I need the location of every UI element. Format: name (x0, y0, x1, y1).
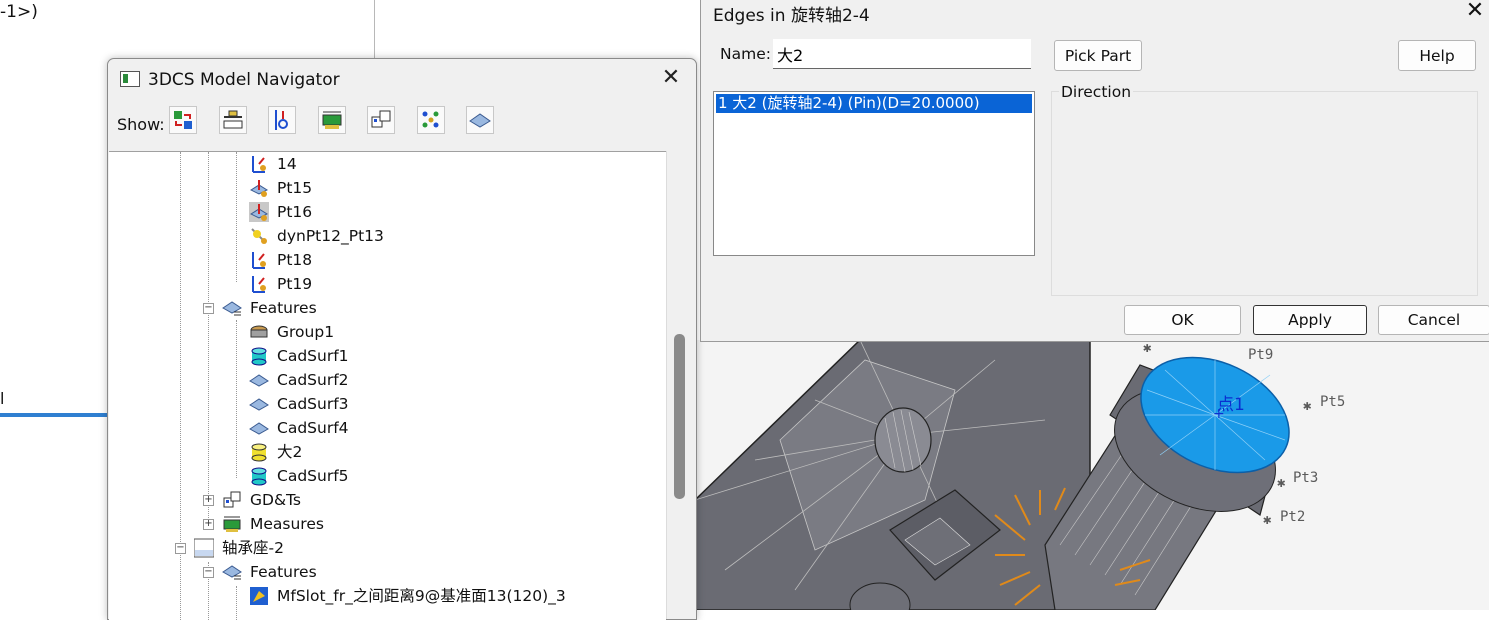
expand-toggle[interactable]: + (203, 495, 214, 506)
features-icon (222, 562, 242, 582)
direction-label: Direction (1059, 83, 1134, 101)
collapse-toggle[interactable]: − (203, 303, 214, 314)
gdt-icon[interactable] (367, 106, 395, 134)
features-icon[interactable] (466, 106, 494, 134)
list-item[interactable]: 1 大2 (旋转轴2-4) (Pin)(D=20.0000) (716, 94, 1032, 113)
name-label: Name: (720, 45, 771, 63)
close-icon[interactable]: ✕ (1461, 0, 1489, 26)
model-tree[interactable]: 14 Pt15 Pt16 dynPt12_Pt13 Pt18 Pt19 − Fe… (109, 151, 666, 620)
slot-icon (249, 586, 269, 606)
cylinder-icon (249, 346, 269, 366)
3d-viewport[interactable]: 点1 + ✱ Pt9 ✱ Pt5 ✱ Pt3 ✱ Pt2 (695, 340, 1489, 610)
svg-text:✱: ✱ (1303, 398, 1312, 414)
points-grid-icon[interactable] (417, 106, 445, 134)
points-icon[interactable] (268, 106, 296, 134)
navigator-title: 3DCS Model Navigator (148, 70, 340, 90)
point-label-pt5: Pt5 (1320, 394, 1345, 410)
point-icon (249, 202, 269, 222)
apply-button[interactable]: Apply (1253, 305, 1367, 335)
point-label-pt3: Pt3 (1293, 470, 1318, 486)
cancel-button[interactable]: Cancel (1378, 305, 1489, 335)
collapse-toggle[interactable]: − (203, 567, 214, 578)
dialog-title: Edges in 旋转轴2-4 (713, 6, 870, 26)
measures-icon (222, 514, 242, 534)
features-icon (222, 298, 242, 318)
svg-text:✱: ✱ (1263, 512, 1272, 528)
pick-part-button[interactable]: Pick Part (1054, 40, 1142, 71)
tolerances-icon[interactable] (219, 106, 247, 134)
moves-icon[interactable] (169, 106, 197, 134)
expand-toggle[interactable]: + (203, 519, 214, 530)
svg-text:✱: ✱ (1277, 475, 1286, 491)
help-button[interactable]: Help (1398, 40, 1476, 71)
background-tick-text: l (0, 389, 5, 408)
point-move-icon (249, 250, 269, 270)
measures-icon[interactable] (318, 106, 346, 134)
point-label-pt2: Pt2 (1280, 509, 1305, 525)
point-move-icon (249, 274, 269, 294)
app-icon (120, 71, 140, 87)
surface-icon (249, 370, 269, 390)
name-input[interactable] (773, 39, 1031, 69)
cylinder-icon (249, 466, 269, 486)
svg-text:+: + (1213, 406, 1225, 422)
edges-list[interactable]: 1 大2 (旋转轴2-4) (Pin)(D=20.0000) (713, 91, 1035, 256)
dynamic-point-icon (249, 226, 269, 246)
part-icon (193, 538, 215, 558)
show-label: Show: (117, 115, 165, 134)
group-icon (249, 322, 269, 342)
point-icon (249, 178, 269, 198)
surface-icon (249, 394, 269, 414)
ok-button[interactable]: OK (1124, 305, 1241, 335)
cylinder-yellow-icon (249, 442, 269, 462)
surface-icon (249, 418, 269, 438)
close-icon[interactable]: ✕ (658, 65, 684, 91)
collapse-toggle[interactable]: − (175, 543, 186, 554)
background-divider (374, 0, 375, 60)
point-label-pt9: Pt9 (1248, 347, 1273, 363)
background-selection-bar (0, 413, 110, 417)
direction-group (1051, 91, 1478, 296)
edges-dialog: Edges in 旋转轴2-4 ✕ Name: 1 大2 (旋转轴2-4) (P… (700, 0, 1489, 342)
model-navigator-window: 3DCS Model Navigator ✕ Show: 14 Pt15 Pt1… (107, 58, 697, 620)
background-text: -1>) (0, 2, 38, 22)
point-move-icon (249, 154, 269, 174)
gdt-icon (222, 490, 242, 510)
scrollbar-thumb[interactable] (674, 334, 685, 499)
3d-model-render: 点1 + ✱ Pt9 ✱ Pt5 ✱ Pt3 ✱ Pt2 (695, 340, 1345, 610)
svg-text:✱: ✱ (1143, 340, 1152, 356)
